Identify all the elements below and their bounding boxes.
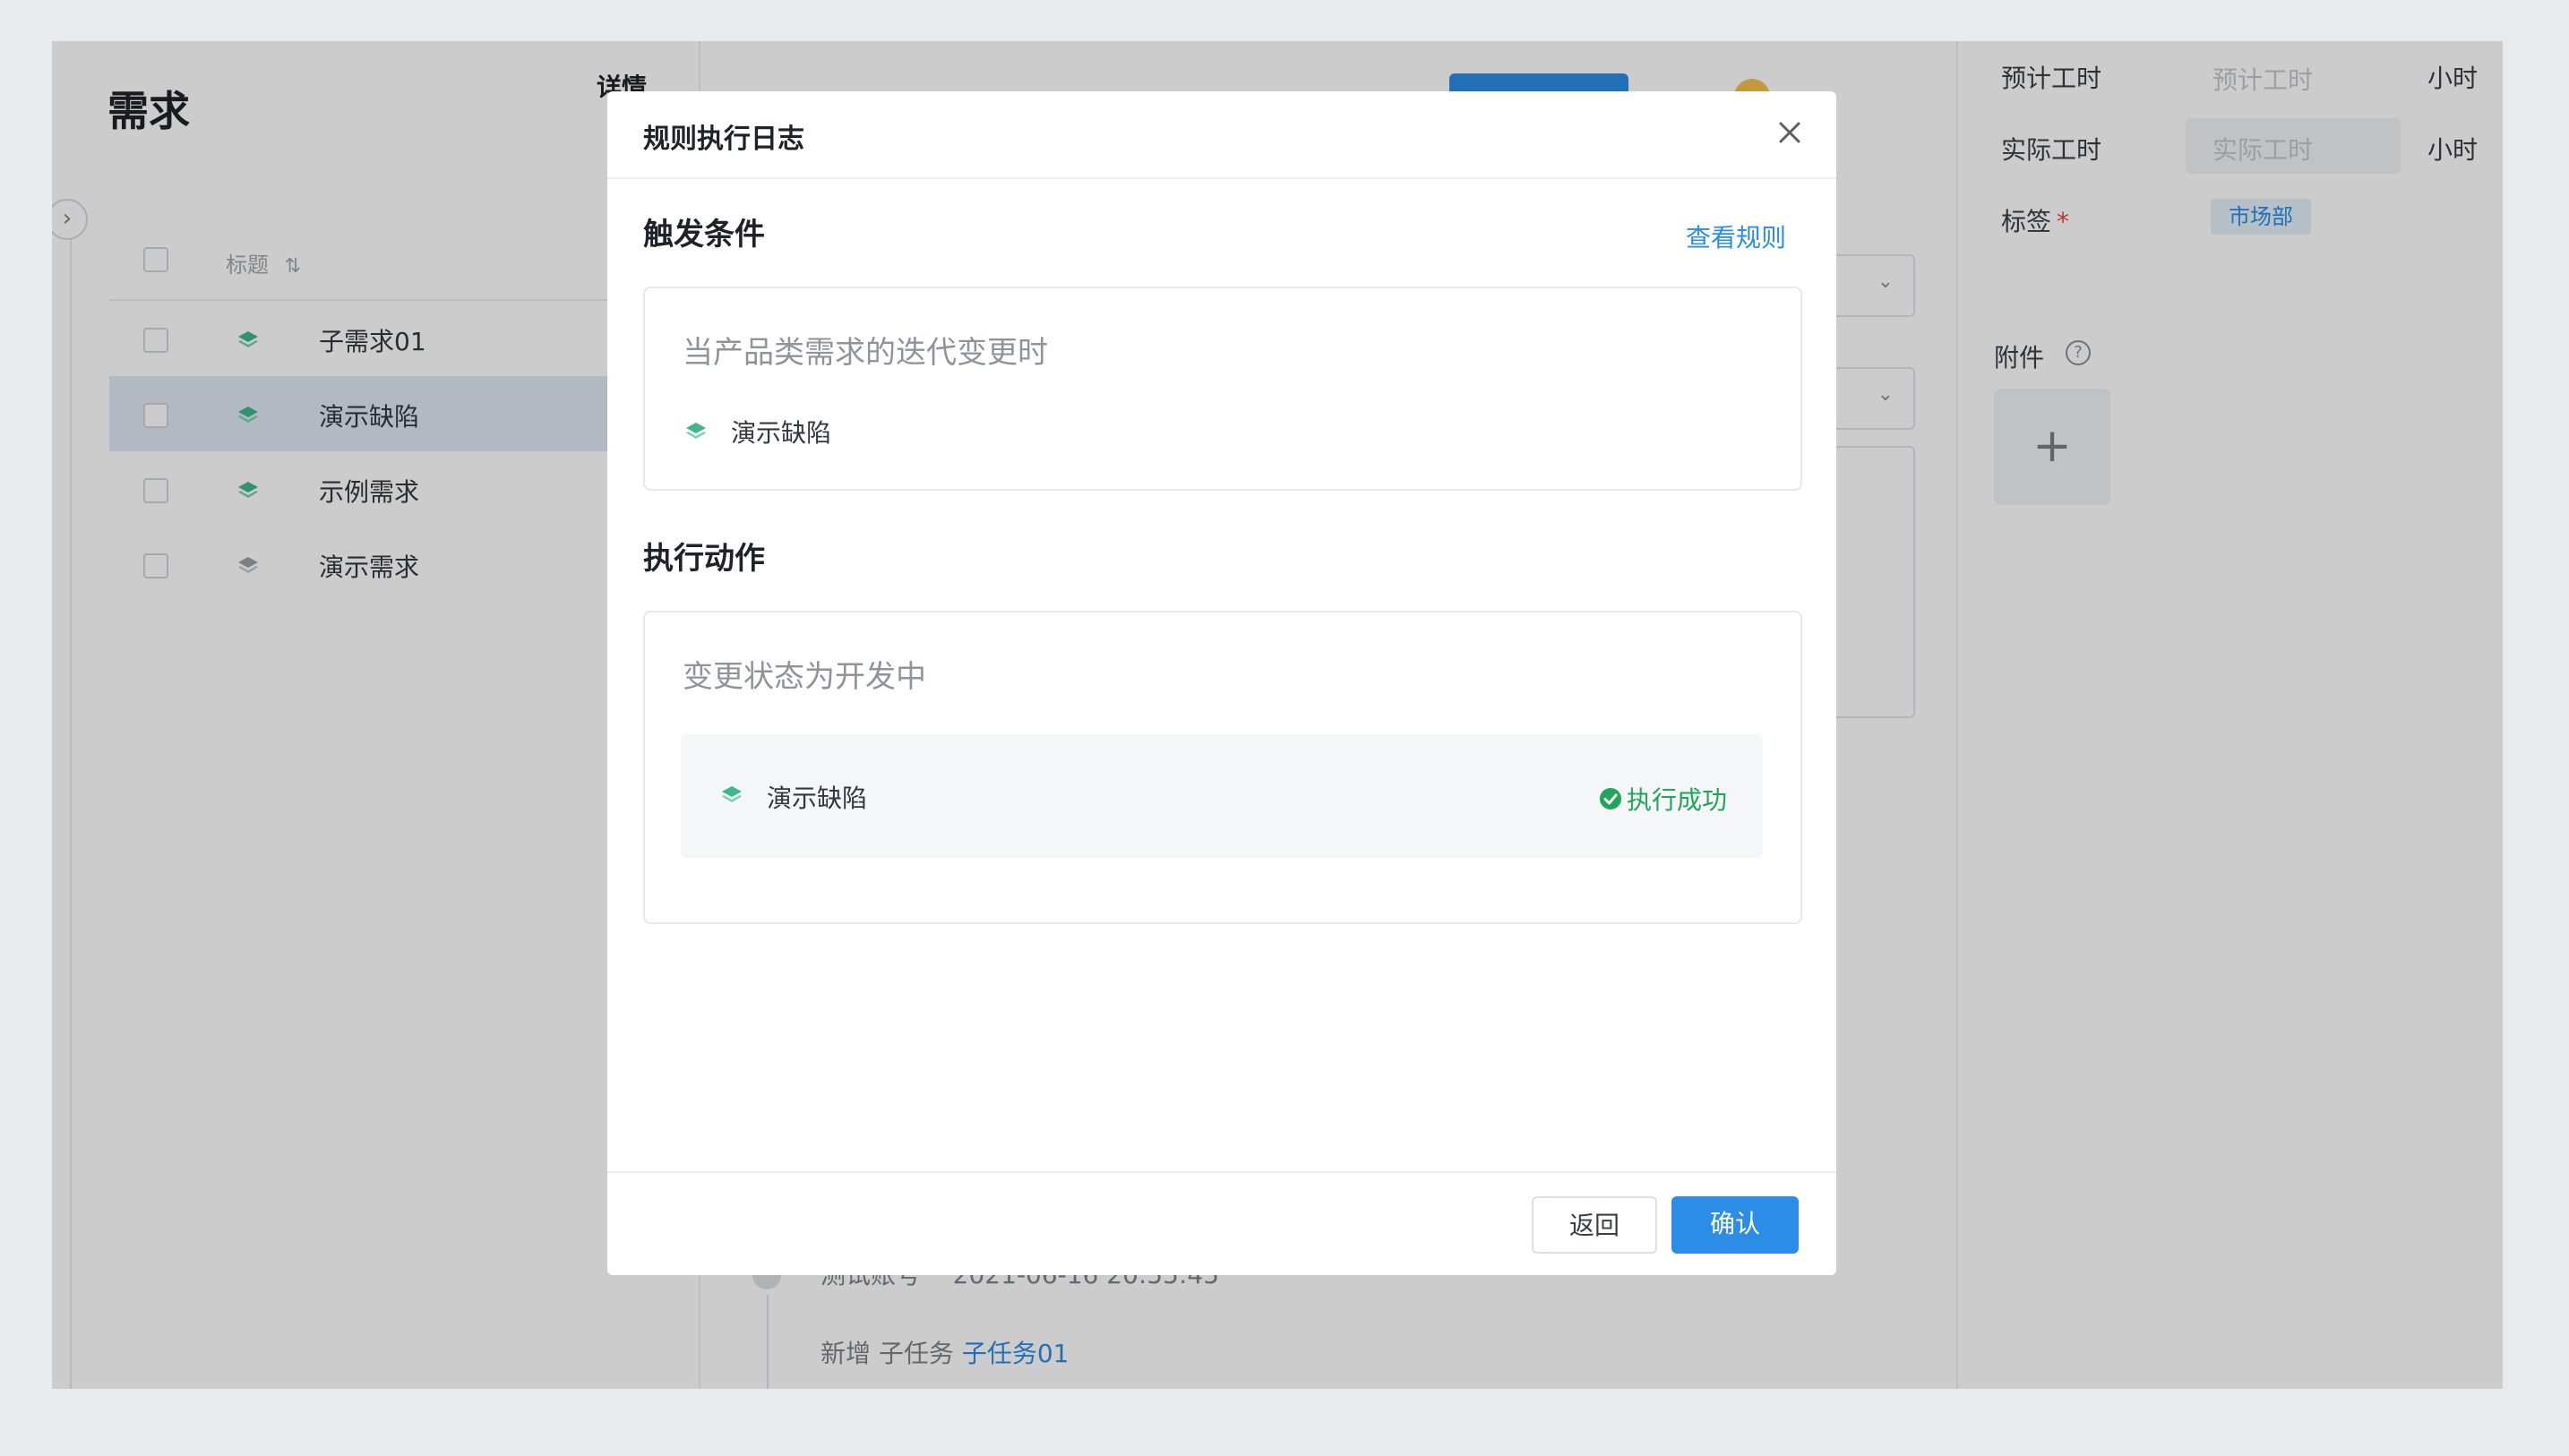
action-section-title: 执行动作 [643,541,765,577]
view-rule-link[interactable]: 查看规则 [1686,218,1786,254]
dialog-title: 规则执行日志 [643,124,804,155]
action-card: 变更状态为开发中 演示缺陷 执行成功 [643,611,1802,924]
action-item-label: 演示缺陷 [767,784,868,813]
action-description: 变更状态为开发中 [683,659,926,695]
confirm-button[interactable]: 确认 [1671,1196,1799,1254]
rule-log-dialog: 规则执行日志 触发条件 查看规则 当产品类需求的迭代变更时 演示缺陷 执行动作 … [607,91,1836,1275]
action-result-row: 演示缺陷 执行成功 [681,734,1763,858]
dialog-header: 规则执行日志 [607,91,1836,179]
trigger-item-label: 演示缺陷 [731,418,832,448]
layers-icon [686,423,706,439]
close-icon[interactable] [1774,116,1806,149]
status-badge: 执行成功 [1598,781,1727,817]
trigger-card: 当产品类需求的迭代变更时 演示缺陷 [643,287,1802,491]
trigger-condition: 当产品类需求的迭代变更时 [683,335,1048,371]
layers-icon [722,786,742,802]
trigger-section-title: 触发条件 [643,217,765,253]
back-button[interactable]: 返回 [1532,1196,1657,1254]
dialog-footer: 返回 确认 [607,1171,1836,1275]
check-circle-icon [1599,788,1621,809]
